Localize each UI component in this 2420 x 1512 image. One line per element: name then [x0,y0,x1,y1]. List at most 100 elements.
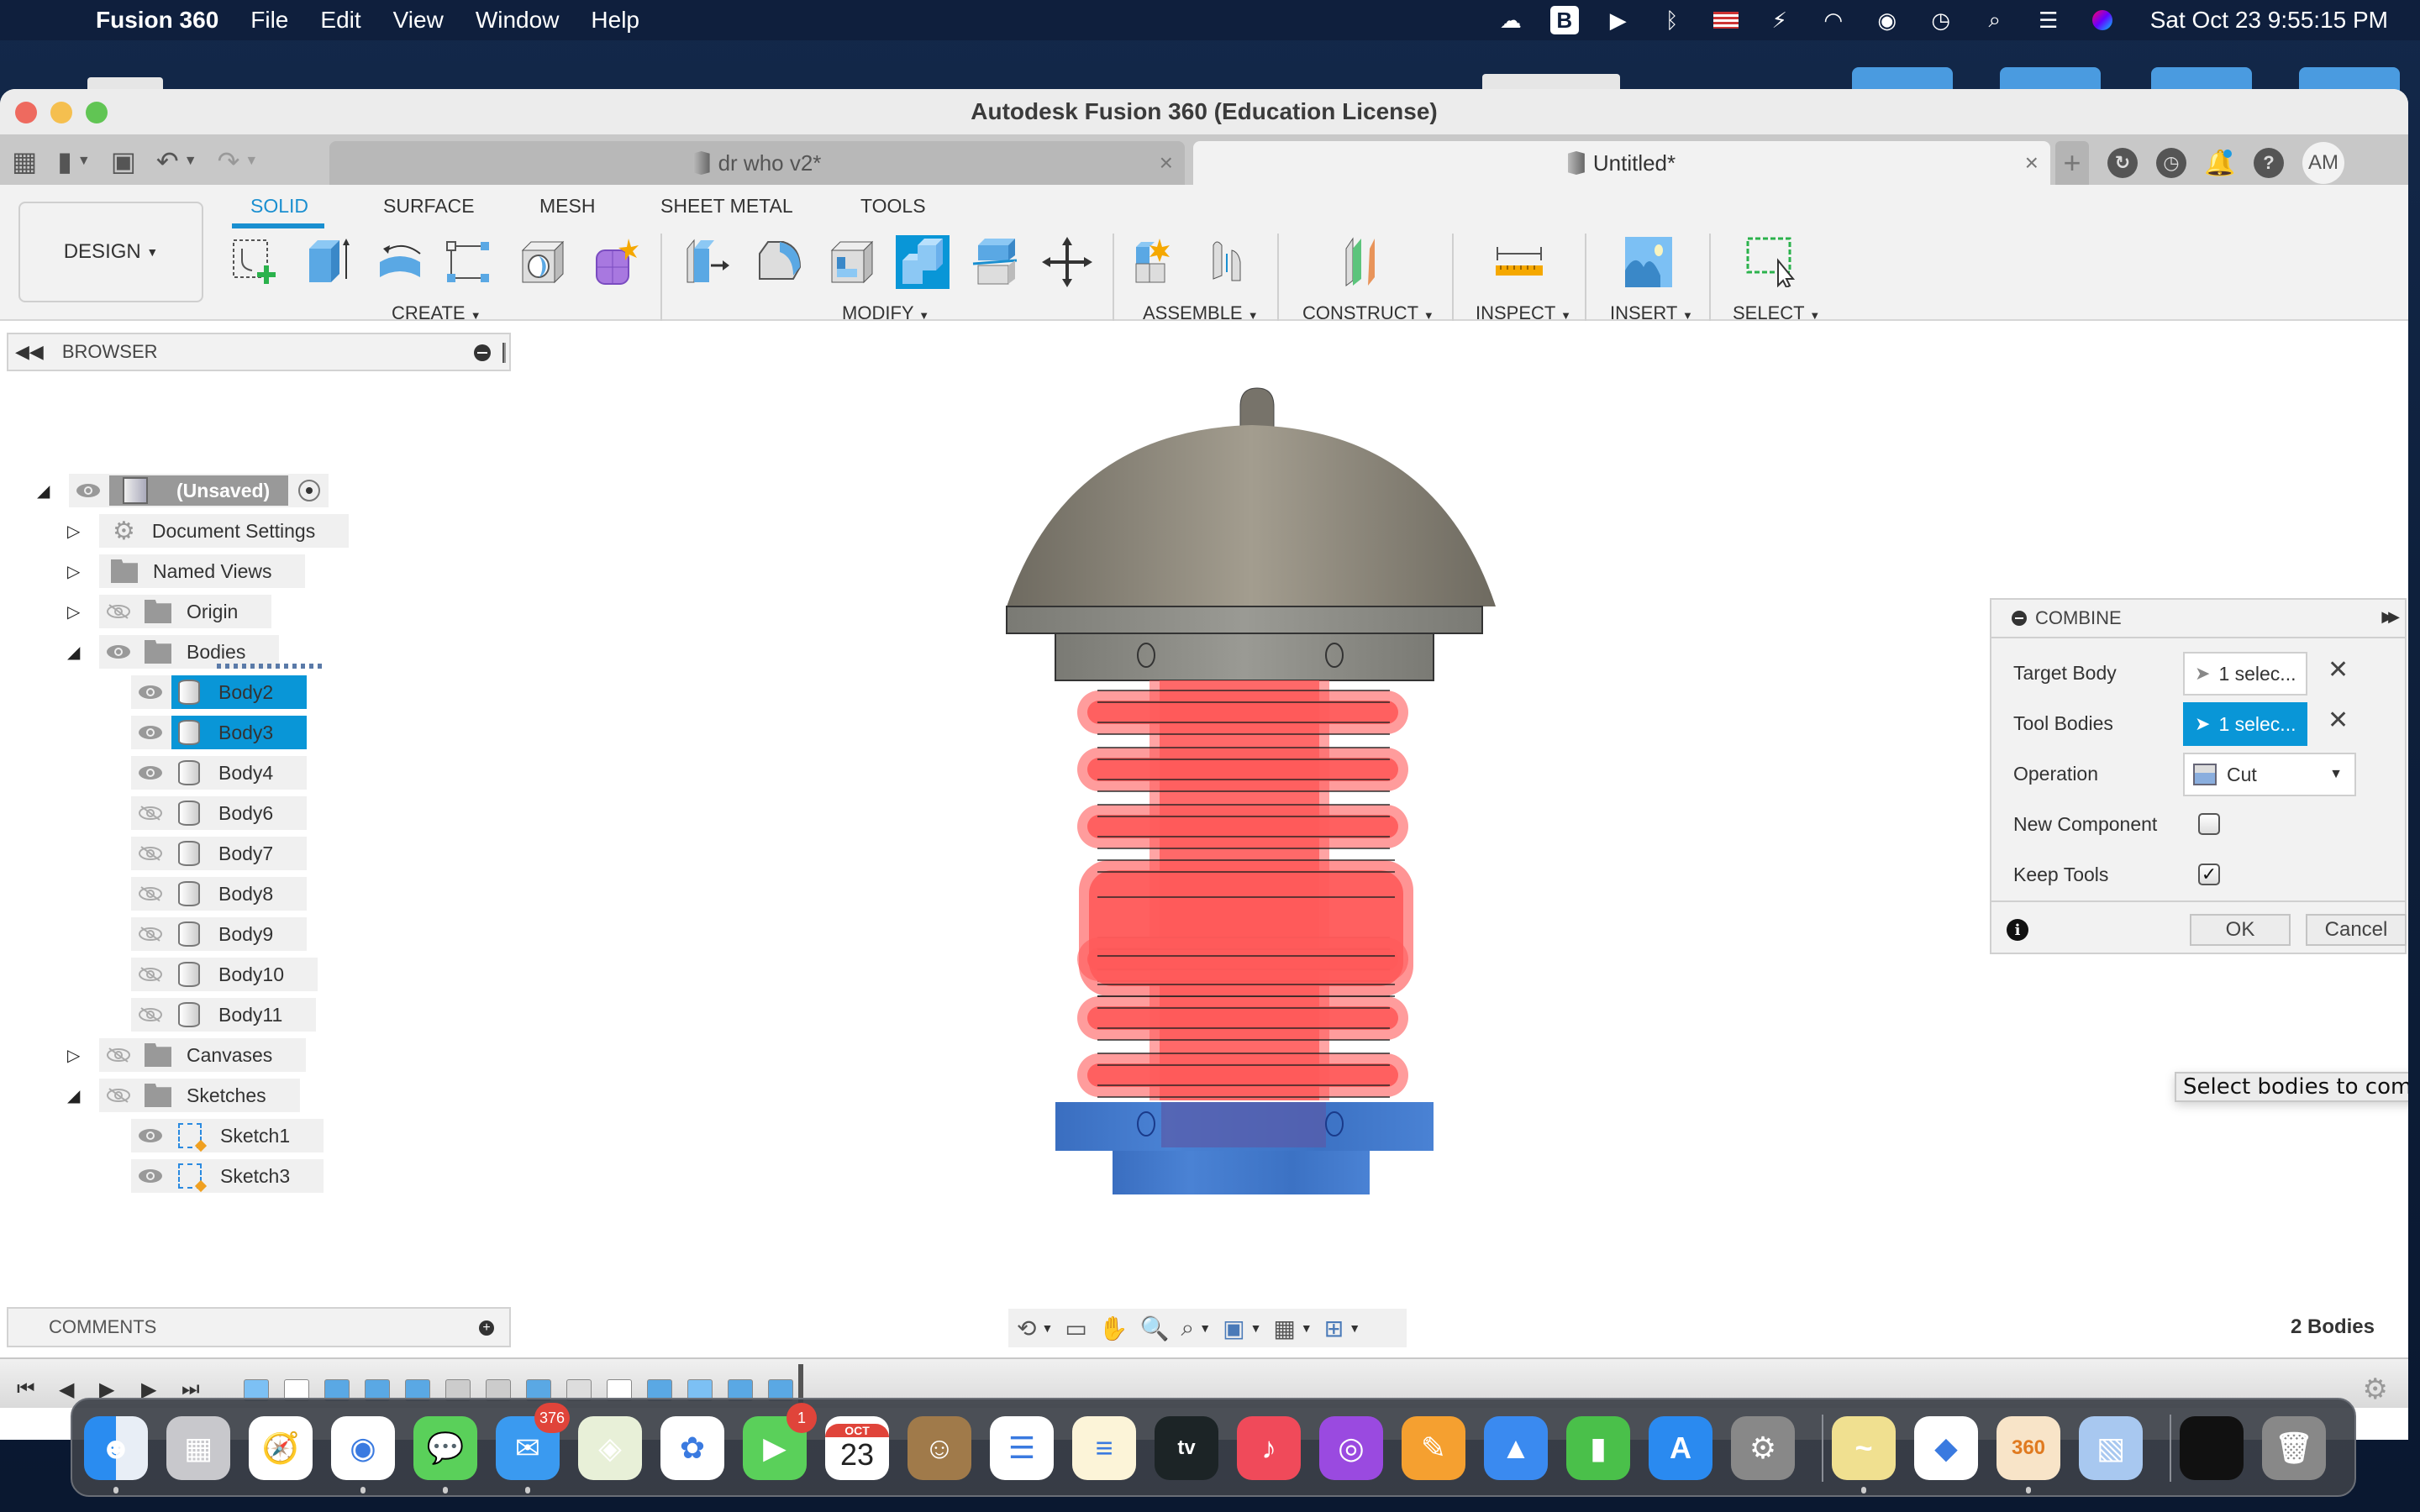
visibility-eye-icon[interactable] [138,1168,163,1184]
job-status-icon[interactable]: ↻ [2107,148,2138,178]
tree-item-sketch[interactable]: Sketch1 [131,1119,324,1152]
shell-tool[interactable] [825,235,879,289]
bluetooth-icon[interactable]: ᛒ [1658,6,1686,34]
tool-bodies-selector[interactable]: ➤ 1 selec... [2183,702,2307,746]
tab-solid[interactable]: SOLID [250,195,308,218]
target-body-blue[interactable] [1055,1102,1434,1194]
display-settings-icon[interactable]: ▣ [1223,1315,1244,1342]
tab-untitled[interactable]: Untitled* × [1193,141,2050,185]
press-pull-tool[interactable] [681,235,734,289]
user-avatar[interactable]: AM [2302,142,2344,184]
dock-app-reminders[interactable]: ☰ [990,1416,1054,1480]
dock-app-chrome[interactable]: ◉ [331,1416,395,1480]
save-icon[interactable]: ▣ [111,145,136,177]
new-component-checkbox[interactable] [2198,813,2220,835]
dock-app-contacts[interactable]: ☺ [908,1416,971,1480]
dock-app-calendar[interactable]: OCT 23 [825,1416,889,1480]
dock-app-fusion-360[interactable]: 360 [1996,1416,2060,1480]
create-sketch-tool[interactable] [229,235,282,289]
dock-app-music[interactable]: ♪ [1237,1416,1301,1480]
menu-edit[interactable]: Edit [320,7,360,34]
hidden-eye-icon[interactable] [106,1087,131,1104]
activate-component-radio[interactable] [298,480,321,501]
zoom-window-icon[interactable]: ⌕ [1181,1315,1195,1342]
redo-icon[interactable]: ↷ [218,145,240,177]
dock-app-chrome-window[interactable] [2180,1416,2244,1480]
split-body-tool[interactable] [968,235,1022,289]
close-icon[interactable]: × [1160,150,1173,176]
panel-grip-handle[interactable] [502,343,506,363]
add-comment-icon[interactable]: + [479,1320,494,1336]
rectangular-pattern-tool[interactable] [442,235,496,289]
hidden-eye-icon[interactable] [138,926,163,942]
dock-app-maps[interactable]: ◈ [578,1416,642,1480]
viewports-icon[interactable]: ⊞ [1324,1315,1344,1342]
collapse-triangle-icon[interactable]: ◢ [37,480,50,501]
clear-tool-bodies-button[interactable]: ✕ [2328,706,2349,735]
chevron-down-icon[interactable]: ▼ [184,154,197,169]
hidden-eye-icon[interactable] [106,1047,131,1063]
visibility-eye-icon[interactable] [138,764,163,781]
tree-item-sketch[interactable]: Sketch3 [131,1159,324,1193]
tree-item-canvases[interactable]: Canvases [99,1038,307,1072]
combine-dialog-header[interactable]: COMBINE ▶▶ [1991,600,2405,638]
tree-item-body[interactable]: Body3 [131,716,308,749]
menu-view[interactable]: View [393,7,444,34]
insert-canvas-tool[interactable] [1622,235,1676,289]
minimize-panel-icon[interactable] [474,344,491,361]
collapse-triangle-icon[interactable]: ◢ [67,642,80,663]
us-flag-icon[interactable] [1712,6,1740,34]
dock-app-preview[interactable]: ▧ [2079,1416,2143,1480]
expand-triangle-icon[interactable]: ▷ [67,1045,80,1066]
battery-icon[interactable]: ⚡ [1765,6,1794,34]
visibility-eye-icon[interactable] [138,1127,163,1144]
revolve-tool[interactable] [373,235,427,289]
file-menu-icon[interactable]: ▮ [57,145,72,177]
cancel-button[interactable]: Cancel [2306,914,2407,946]
tree-item-body[interactable]: Body9 [131,917,308,951]
expand-dialog-icon[interactable]: ▶▶ [2381,608,2400,626]
history-clock-icon[interactable]: ◷ [2156,148,2186,178]
creative-cloud-icon[interactable]: ☁ [1497,6,1525,34]
dock-app-apple-tv[interactable]: tv [1155,1416,1218,1480]
tab-mesh[interactable]: MESH [539,195,595,218]
extrude-tool[interactable] [299,235,353,289]
dock-app-facetime[interactable]: ▶ 1 [743,1403,817,1480]
grid-icon[interactable]: ▦ [1273,1315,1295,1342]
dock-app-safari[interactable]: 🧭 [249,1416,313,1480]
title-bar[interactable]: Autodesk Fusion 360 (Education License) [0,89,2408,136]
fillet-tool[interactable] [753,235,807,289]
spotlight-search-icon[interactable]: ⌕ [1981,6,2009,34]
chevron-down-icon[interactable]: ▼ [1199,1321,1211,1335]
browser-panel-header[interactable]: ◀◀ BROWSER [7,333,511,371]
undo-icon[interactable]: ↶ [156,145,179,177]
comments-panel-header[interactable]: COMMENTS + [7,1307,511,1347]
new-tab-button[interactable]: + [2055,141,2089,185]
joint-tool[interactable] [1203,235,1257,289]
hidden-eye-icon[interactable] [138,845,163,862]
expand-triangle-icon[interactable]: ▷ [67,561,80,582]
tree-item-sketches[interactable]: Sketches [99,1079,300,1112]
tree-item-body[interactable]: Body8 [131,877,308,911]
menu-file[interactable]: File [250,7,288,34]
chevron-down-icon[interactable]: ▼ [77,154,91,169]
help-icon[interactable]: ? [2254,148,2284,178]
tree-item-origin[interactable]: Origin [99,595,272,628]
pan-hand-icon[interactable]: ✋ [1099,1315,1128,1342]
menu-window[interactable]: Window [476,7,560,34]
look-at-icon[interactable]: ▭ [1065,1315,1086,1342]
tree-item-named-views[interactable]: Named Views [99,554,306,588]
visibility-eye-icon[interactable] [76,482,101,499]
chevron-down-icon[interactable]: ▼ [1250,1321,1262,1335]
notifications-bell-icon[interactable]: 🔔 [2204,148,2235,178]
dock-app-autodesk[interactable]: ◆ [1914,1416,1978,1480]
dock-app-system-preferences[interactable]: ⚙ [1731,1416,1795,1480]
play-icon[interactable]: ▶ [1604,6,1633,34]
dock-app-messages[interactable]: 💬 [413,1416,477,1480]
hidden-eye-icon[interactable] [138,966,163,983]
dock-app-launchpad[interactable]: ▦ [166,1416,230,1480]
clear-target-body-button[interactable]: ✕ [2328,655,2349,685]
move-copy-tool[interactable] [1040,235,1094,289]
window-minimize-button[interactable] [50,102,72,123]
hidden-eye-icon[interactable] [106,603,131,620]
